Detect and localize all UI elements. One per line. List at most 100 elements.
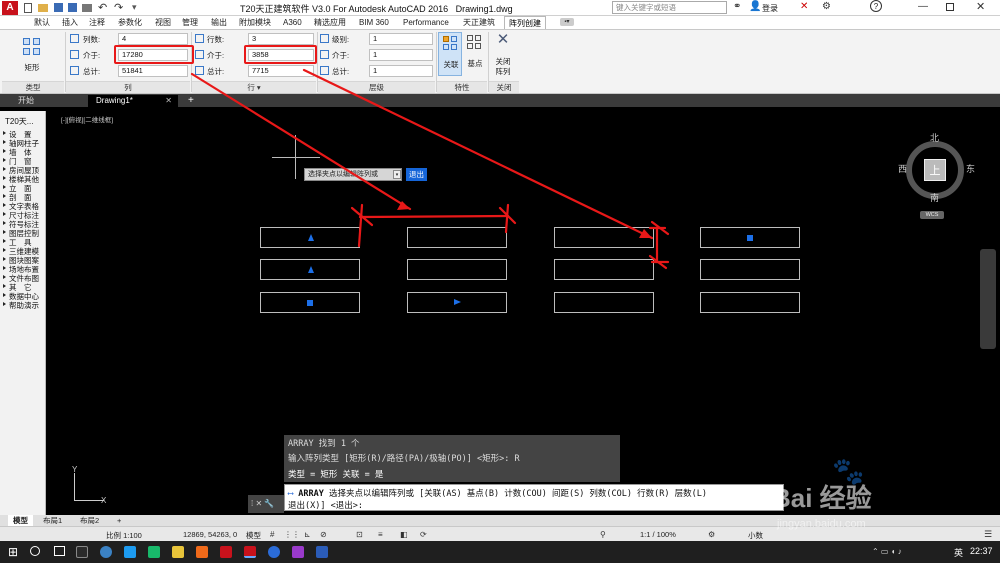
- menu-item-help[interactable]: 帮助演示: [9, 300, 39, 311]
- snap-icon[interactable]: ⋮⋮: [284, 530, 300, 539]
- viewcube[interactable]: 上 北 南 东 西 WCS: [896, 129, 986, 219]
- tab-performance[interactable]: Performance: [399, 16, 453, 29]
- connect-icon[interactable]: ⚙: [822, 1, 831, 12]
- search-box[interactable]: 键入关键字或短语: [612, 1, 727, 14]
- basepoint-button[interactable]: 基点: [464, 32, 486, 76]
- selection-cycle-icon[interactable]: ⟳: [420, 530, 427, 539]
- minimize-icon[interactable]: —: [918, 1, 928, 12]
- taskbar-autocad-icon[interactable]: [244, 546, 256, 558]
- tab-bim360[interactable]: BIM 360: [355, 16, 393, 29]
- array-item-r1c1[interactable]: [260, 227, 360, 248]
- redo-icon[interactable]: ↷: [114, 1, 123, 14]
- levels-count-input[interactable]: 1: [369, 33, 433, 45]
- close-icon[interactable]: ✕: [976, 0, 985, 13]
- binoculars-icon[interactable]: ⚭: [733, 1, 741, 12]
- array-item-r1c2[interactable]: [407, 227, 507, 248]
- new-file-icon[interactable]: [24, 3, 32, 13]
- viewcube-south[interactable]: 南: [930, 191, 939, 204]
- taskbar-app-4-icon[interactable]: [148, 546, 160, 558]
- array-item-r1c3[interactable]: [554, 227, 654, 248]
- workspace-icon[interactable]: ▾: [132, 2, 137, 13]
- help-icon[interactable]: ?: [870, 0, 882, 12]
- array-item-r3c3[interactable]: [554, 292, 654, 313]
- tab-featured-apps[interactable]: 精选应用: [310, 16, 350, 29]
- ime-indicator[interactable]: 英: [954, 546, 963, 559]
- array-item-r2c3[interactable]: [554, 259, 654, 280]
- layout-tab-1[interactable]: 布局1: [38, 515, 67, 526]
- tab-tangent[interactable]: 天正建筑: [459, 16, 499, 29]
- array-item-r2c2[interactable]: [407, 259, 507, 280]
- taskbar-app-5-icon[interactable]: [172, 546, 184, 558]
- viewcube-north[interactable]: 北: [930, 131, 939, 144]
- taskbar-app-1-icon[interactable]: [76, 546, 88, 558]
- drawing-tab[interactable]: Drawing1* ✕: [88, 95, 178, 107]
- tab-overflow-icon[interactable]: ▪▾: [560, 18, 574, 26]
- command-line-handle[interactable]: ⁞ ✕ 🔧: [248, 495, 284, 513]
- taskbar-app-3-icon[interactable]: [124, 546, 136, 558]
- grid-icon[interactable]: #: [270, 530, 274, 539]
- array-item-r2c1[interactable]: [260, 259, 360, 280]
- layout-tab-add[interactable]: +: [112, 515, 126, 526]
- panel-title-rows[interactable]: 行 ▾: [192, 81, 316, 93]
- taskbar-app-10-icon[interactable]: [292, 546, 304, 558]
- taskbar-app-11-icon[interactable]: [316, 546, 328, 558]
- login-link[interactable]: 登录: [762, 3, 778, 14]
- autocad-logo-icon[interactable]: A: [2, 1, 18, 15]
- undo-icon[interactable]: ↶: [98, 1, 107, 14]
- taskbar-app-7-icon[interactable]: [220, 546, 232, 558]
- tab-array-creation[interactable]: 阵列创建: [504, 16, 546, 29]
- search-circle-icon[interactable]: [30, 546, 40, 556]
- row-total-input[interactable]: 7715: [248, 65, 314, 77]
- user-icon[interactable]: 👤: [749, 1, 761, 12]
- array-item-r3c4[interactable]: [700, 292, 800, 313]
- array-item-r3c2[interactable]: [407, 292, 507, 313]
- drawing-tab-close-icon[interactable]: ✕: [165, 95, 172, 107]
- workspace-switch-icon[interactable]: ⚙: [708, 530, 715, 539]
- tab-parametric[interactable]: 参数化: [114, 16, 146, 29]
- tab-view[interactable]: 视图: [151, 16, 175, 29]
- array-item-r2c4[interactable]: [700, 259, 800, 280]
- transparency-icon[interactable]: ◧: [400, 530, 408, 539]
- taskbar-app-6-icon[interactable]: [196, 546, 208, 558]
- tab-output[interactable]: 输出: [207, 16, 231, 29]
- polar-icon[interactable]: ⊘: [320, 530, 327, 539]
- lineweight-icon[interactable]: ≡: [378, 530, 383, 539]
- level-spacing-input[interactable]: 1: [369, 49, 433, 61]
- command-line[interactable]: ⟷ ARRAY 选择夹点以编辑阵列或 [关联(AS) 基点(B) 计数(COU)…: [284, 484, 784, 511]
- tooltip-dropdown-icon[interactable]: ▾: [393, 170, 401, 179]
- taskbar-browser-icon[interactable]: [268, 546, 280, 558]
- task-view-icon[interactable]: [54, 546, 65, 556]
- close-array-button[interactable]: ✕ 关闭 阵列: [490, 32, 516, 78]
- start-tab[interactable]: 开始: [10, 95, 42, 107]
- model-space-toggle[interactable]: 模型: [246, 530, 261, 541]
- annotation-visibility-icon[interactable]: ⚲: [600, 530, 606, 539]
- ortho-icon[interactable]: ⊾: [304, 530, 311, 539]
- windows-start-icon[interactable]: ⊞: [8, 545, 18, 559]
- customize-icon[interactable]: ☰: [984, 529, 992, 540]
- layout-tab-model[interactable]: 模型: [8, 515, 33, 526]
- column-total-input[interactable]: 51841: [118, 65, 188, 77]
- array-item-r3c1[interactable]: [260, 292, 360, 313]
- square-grip-icon[interactable]: [747, 235, 753, 241]
- tooltip-exit-option[interactable]: 退出: [406, 168, 427, 181]
- drawing-canvas[interactable]: [-][俯视][二维线框] 选择夹点以编辑阵列或 ▾ 退出 上 北 南 东 西 …: [46, 107, 1000, 515]
- tray-icons[interactable]: ⌃ ▭ ◖ ♪: [872, 547, 902, 556]
- taskbar-app-2-icon[interactable]: [100, 546, 112, 558]
- new-tab-plus-icon[interactable]: +: [180, 95, 202, 107]
- open-file-icon[interactable]: [38, 4, 48, 12]
- exchange-icon[interactable]: ✕: [800, 1, 808, 12]
- save-as-icon[interactable]: [68, 3, 77, 12]
- viewcube-top-face[interactable]: 上: [924, 159, 946, 181]
- tab-a360[interactable]: A360: [279, 16, 306, 29]
- restore-icon[interactable]: [946, 3, 954, 11]
- viewcube-west[interactable]: 西: [898, 162, 907, 175]
- columns-count-input[interactable]: 4: [118, 33, 188, 45]
- viewport-controls[interactable]: [-][俯视][二维线框]: [61, 114, 113, 124]
- plot-icon[interactable]: [82, 4, 92, 12]
- associative-button[interactable]: 关联: [438, 32, 462, 76]
- save-icon[interactable]: [54, 3, 63, 12]
- viewcube-east[interactable]: 东: [966, 162, 975, 175]
- tab-insert[interactable]: 插入: [58, 16, 82, 29]
- layout-tab-2[interactable]: 布局2: [75, 515, 104, 526]
- navigation-bar[interactable]: [980, 249, 996, 349]
